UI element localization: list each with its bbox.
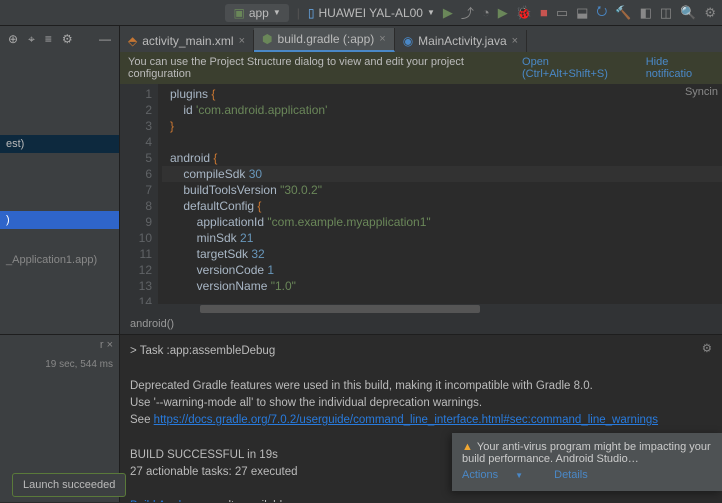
filter-icon[interactable]: ≡ (45, 32, 52, 47)
warning-icon: ▲ (462, 441, 473, 453)
close-icon[interactable]: × (107, 339, 113, 351)
gear-icon[interactable]: ⚙ (702, 341, 712, 355)
breadcrumb[interactable]: android() (120, 314, 722, 334)
device-selector[interactable]: ▯ HUAWEI YAL-AL00 ▼ (308, 6, 435, 20)
notif-actions-link[interactable]: Actions ▼ (462, 469, 537, 481)
search-icon[interactable]: 🔍 (680, 5, 696, 21)
docs-link[interactable]: https://docs.gradle.org/7.0.2/userguide/… (154, 414, 658, 426)
close-icon[interactable]: × (379, 33, 385, 45)
info-message: You can use the Project Structure dialog… (128, 56, 510, 80)
open-structure-link[interactable]: Open (Ctrl+Alt+Shift+S) (522, 56, 632, 80)
tree-item[interactable]: est) (0, 135, 119, 153)
settings-icon[interactable]: ⚙ (704, 5, 716, 21)
notification-text: Your anti-virus program might be impacti… (462, 441, 711, 465)
tree-item[interactable]: ) (0, 211, 119, 229)
chevron-down-icon: ▼ (273, 8, 281, 17)
notification-popup: ▲Your anti-virus program might be impact… (452, 433, 722, 491)
horizontal-scrollbar[interactable] (120, 304, 722, 314)
notif-details-link[interactable]: Details (554, 469, 588, 481)
profile-icon[interactable]: ◔ (482, 5, 490, 20)
resource-manager-icon[interactable]: ◫ (660, 5, 672, 21)
tab-main-activity[interactable]: ◉ MainActivity.java × (395, 30, 527, 52)
close-icon[interactable]: × (512, 35, 518, 47)
editor-notification-bar: You can use the Project Structure dialog… (120, 52, 722, 84)
line-gutter: 12345678910111213141516 (120, 84, 158, 304)
layout-editor-icon[interactable]: ◧ (640, 5, 652, 21)
debug-icon[interactable]: ⤴ (461, 3, 474, 22)
build-analyzer-link[interactable]: Build Analyzer (130, 500, 203, 502)
target-icon[interactable]: ⌖ (28, 32, 35, 47)
launch-status-badge[interactable]: Launch succeeded (12, 473, 126, 497)
project-tool-window: ⊕ ⌖ ≡ ⚙ — est) ) _Application1.app) (0, 26, 120, 334)
stop-icon[interactable]: ■ (540, 5, 548, 20)
sync-icon[interactable]: ⭮ (596, 2, 607, 24)
attach-icon[interactable]: 🐞 (516, 5, 532, 21)
avd-icon[interactable]: ▭ (556, 5, 568, 21)
sdk-icon[interactable]: ⬓ (576, 5, 588, 21)
scrollbar-thumb[interactable] (200, 305, 480, 313)
tab-activity-main[interactable]: ⬘ activity_main.xml × (120, 30, 254, 52)
collapse-icon[interactable]: ⊕ (8, 32, 18, 47)
device-label: HUAWEI YAL-AL00 (319, 6, 423, 20)
build-icon[interactable]: 🔨 (615, 5, 631, 21)
build-duration: 19 sec, 544 ms (0, 355, 119, 374)
phone-icon: ▯ (308, 6, 315, 20)
separator: | (297, 6, 300, 20)
coverage-icon[interactable]: ▶ (498, 5, 508, 21)
xml-icon: ⬘ (128, 34, 137, 48)
tab-build-gradle[interactable]: ⬢ build.gradle (:app) × (254, 28, 395, 52)
java-icon: ◉ (403, 34, 413, 48)
editor-tabs: ⬘ activity_main.xml × ⬢ build.gradle (:a… (120, 26, 722, 52)
chevron-down-icon: ▼ (427, 8, 435, 17)
sync-indicator: Syncin (685, 86, 718, 98)
gradle-icon: ⬢ (262, 32, 272, 46)
hide-notification-link[interactable]: Hide notificatio (646, 56, 714, 80)
android-icon: ▣ (233, 6, 244, 20)
tree-item[interactable]: _Application1.app) (0, 251, 119, 269)
run-config-selector[interactable]: ▣ app ▼ (225, 4, 288, 22)
code-editor[interactable]: Syncin plugins { id 'com.android.applica… (158, 84, 722, 304)
run-config-label: app (249, 6, 269, 20)
close-icon[interactable]: × (239, 35, 245, 47)
hide-icon[interactable]: — (99, 32, 111, 47)
run-icon[interactable]: ▶ (443, 5, 453, 21)
panel-label: r (100, 339, 104, 351)
top-toolbar: ▣ app ▼ | ▯ HUAWEI YAL-AL00 ▼ ▶ ⤴ ◔ ▶ 🐞 … (0, 0, 722, 26)
gear-icon[interactable]: ⚙ (62, 32, 73, 47)
